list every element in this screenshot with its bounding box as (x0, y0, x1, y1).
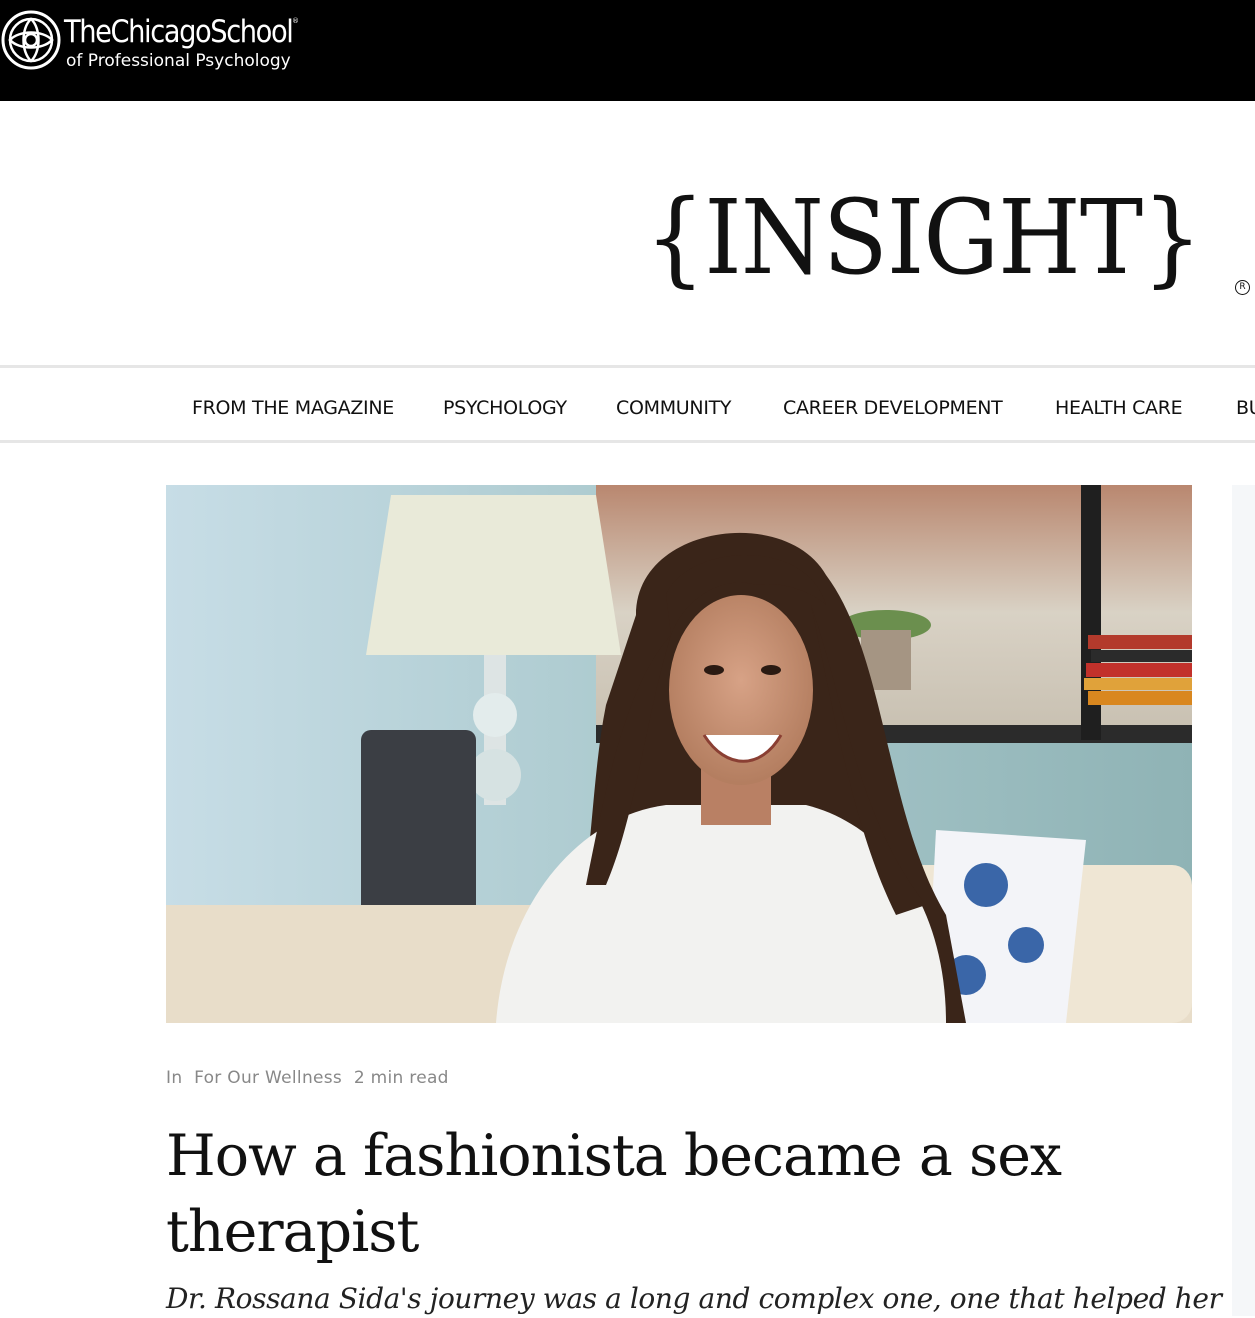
in-label: In (166, 1068, 183, 1088)
masthead-registered-mark: R (1235, 280, 1250, 295)
nav-item-from-the-magazine[interactable]: FROM THE MAGAZINE (192, 368, 394, 440)
nav-item-community[interactable]: COMMUNITY (616, 368, 732, 440)
read-time: 2 min read (353, 1068, 449, 1088)
registered-mark: ® (292, 17, 299, 25)
sidebar (1232, 485, 1255, 1316)
nav-item-business[interactable]: BU (1236, 368, 1255, 440)
category-link[interactable]: For Our Wellness (194, 1068, 342, 1088)
article-subtitle: Dr. Rossana Sida's journey was a long an… (166, 1282, 1222, 1315)
insight-masthead[interactable]: {INSIGHT} (645, 178, 1202, 298)
school-tagline: of Professional Psychology (66, 51, 291, 71)
school-logo-icon[interactable] (1, 10, 61, 70)
site-header: TheChicagoSchool ® of Professional Psych… (0, 0, 1255, 101)
school-name[interactable]: TheChicagoSchool (64, 14, 294, 50)
article-title: How a fashionista became a sex therapist (166, 1123, 1062, 1265)
article-meta: In For Our Wellness 2 min read (166, 1068, 455, 1088)
article-hero-image (166, 485, 1192, 1023)
nav-item-career-development[interactable]: CAREER DEVELOPMENT (783, 368, 1003, 440)
nav-item-psychology[interactable]: PSYCHOLOGY (443, 368, 567, 440)
main-nav: FROM THE MAGAZINE PSYCHOLOGY COMMUNITY C… (0, 365, 1255, 443)
nav-item-health-care[interactable]: HEALTH CARE (1055, 368, 1183, 440)
